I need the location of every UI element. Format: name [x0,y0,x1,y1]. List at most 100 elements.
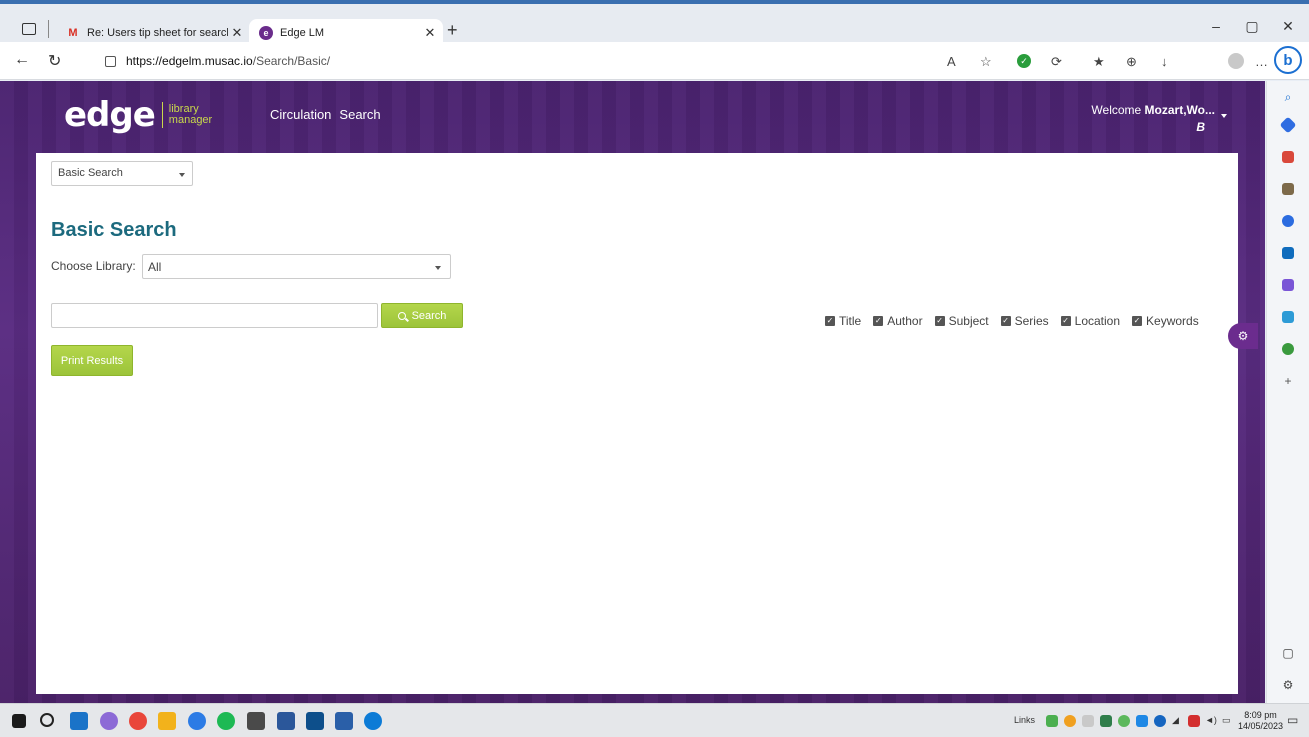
tray-app-icon[interactable] [1046,715,1058,727]
search-icon[interactable] [40,713,54,727]
designer-icon[interactable] [1279,277,1297,293]
library-value: All [148,260,162,274]
outlook-app-icon[interactable] [70,712,88,730]
tree-icon[interactable] [1279,341,1297,357]
filter-title[interactable]: ✓ Title [825,314,861,328]
volume-icon[interactable]: ◄) [1205,715,1217,725]
browser-tab-strip: M Re: Users tip sheet for searching ✕ e … [0,0,1309,46]
shopping-icon[interactable] [1279,309,1297,325]
edge-lm-icon: e [259,25,273,40]
url-path: /Search/Basic/ [252,54,331,68]
battery-icon[interactable]: ▭ [1222,715,1231,726]
nav-search[interactable]: Search [339,107,380,122]
chevron-down-icon[interactable] [1221,114,1227,118]
window-close-button[interactable]: ✕ [1268,18,1308,35]
tab-actions-icon[interactable] [22,23,36,35]
settings-gear-icon[interactable]: ⚙ [1228,323,1258,349]
search-type-select[interactable]: Basic Search [51,161,193,186]
downloads-icon[interactable]: ↓ [1161,54,1168,69]
more-menu-icon[interactable]: … [1255,54,1268,69]
calculator-icon[interactable] [247,712,265,730]
collections-icon[interactable]: ⊕ [1126,54,1137,70]
profile-avatar[interactable] [1228,53,1244,69]
search-icon[interactable]: ⌕ [1279,89,1297,105]
user-menu[interactable]: Welcome Mozart,Wo... B [1091,103,1215,134]
page-background: edge library manager Circulation Search … [0,81,1265,703]
close-icon[interactable]: ✕ [421,25,439,41]
windows-start-icon[interactable] [12,714,26,728]
site-header: edge library manager Circulation Search … [0,81,1265,153]
search-icon [397,311,406,320]
favorites-icon[interactable]: ★ [1093,54,1105,70]
dropbox-icon[interactable] [1136,715,1148,727]
search-button[interactable]: Search [381,303,463,328]
chrome-icon[interactable] [129,712,147,730]
tab-title: Re: Users tip sheet for searching [87,26,228,39]
minimize-button[interactable]: – [1196,18,1236,34]
logo-sub-manager: manager [168,114,213,126]
filter-label: Series [1014,314,1049,328]
tray-app-icon[interactable] [1100,715,1112,727]
tray-app-icon[interactable] [1082,715,1094,727]
favorite-add-icon[interactable]: ☆ [980,54,992,70]
checkbox-checked-icon[interactable]: ✓ [1060,316,1071,326]
links-toolbar-label[interactable]: Links [1014,715,1035,725]
checkbox-checked-icon[interactable]: ✓ [1000,316,1011,326]
edge-browser-icon[interactable] [364,712,382,730]
tray-app-icon[interactable] [1118,715,1130,727]
gmail-icon: M [68,26,78,39]
close-icon[interactable]: ✕ [228,25,246,41]
filter-series[interactable]: ✓ Series [1000,314,1049,328]
chevron-down-icon [435,266,441,270]
zoom-app-icon[interactable] [188,712,206,730]
games-icon[interactable] [1279,181,1297,197]
print-results-button[interactable]: Print Results [51,345,133,376]
sidebar-toggle-icon[interactable]: ▢ [1279,645,1297,661]
refresh-icon[interactable]: ↻ [48,51,61,71]
search-field-filters: ✓ Title ✓ Author ✓ Subject ✓ Series ✓ Locatio… [825,314,1199,328]
read-aloud-icon[interactable]: A [947,54,956,69]
chevron-down-icon [179,173,185,177]
spotify-icon[interactable] [217,712,235,730]
checkbox-checked-icon[interactable]: ✓ [873,316,884,326]
file-explorer-icon[interactable] [158,712,176,730]
filter-location[interactable]: ✓ Location [1060,314,1120,328]
network-icon[interactable]: ◢ [1172,715,1179,726]
filter-label: Title [839,314,862,328]
bing-chat-icon[interactable]: b [1274,46,1302,74]
tab-separator [48,20,49,38]
library-select[interactable]: All [142,254,451,279]
tray-app-icon[interactable] [1154,715,1166,727]
new-tab-button[interactable]: + [447,20,458,41]
citrix-icon[interactable] [306,712,324,730]
search-type-value: Basic Search [58,167,123,179]
checkbox-checked-icon[interactable]: ✓ [825,316,835,326]
nav-circulation[interactable]: Circulation [270,107,331,122]
extension-check-icon[interactable]: ✓ [1017,54,1031,68]
outlook-icon[interactable] [1279,245,1297,261]
filter-author[interactable]: ✓ Author [873,314,923,328]
back-arrow-icon[interactable]: ← [14,51,30,69]
edge-sidebar: ⌕ + ▢ ⚙ [1266,81,1309,703]
checkbox-checked-icon[interactable]: ✓ [1132,316,1143,326]
people-app-icon[interactable] [100,712,118,730]
tray-app-icon[interactable] [1188,715,1200,727]
tray-app-icon[interactable] [1064,715,1076,727]
welcome-user: Mozart,Wo... [1144,103,1215,117]
edge-logo[interactable]: edge library manager [64,98,212,132]
gear-icon[interactable]: ⚙ [1279,677,1297,693]
checkbox-checked-icon[interactable]: ✓ [934,316,945,326]
notification-icon[interactable]: ▭ [1287,713,1298,727]
extensions-icon[interactable]: ⟳ [1051,54,1062,70]
filter-keywords[interactable]: ✓ Keywords [1132,314,1199,328]
office-icon[interactable] [1279,213,1297,229]
filter-subject[interactable]: ✓ Subject [934,314,989,328]
maximize-button[interactable]: ▢ [1232,18,1272,35]
tag-icon[interactable] [1279,116,1297,134]
calc-widget-icon[interactable] [335,712,353,730]
word-icon[interactable] [277,712,295,730]
search-input[interactable] [51,303,378,328]
taskbar-clock[interactable]: 8:09 pm 14/05/2023 [1238,710,1283,732]
briefcase-icon[interactable] [1279,149,1297,165]
add-icon[interactable]: + [1279,373,1297,389]
